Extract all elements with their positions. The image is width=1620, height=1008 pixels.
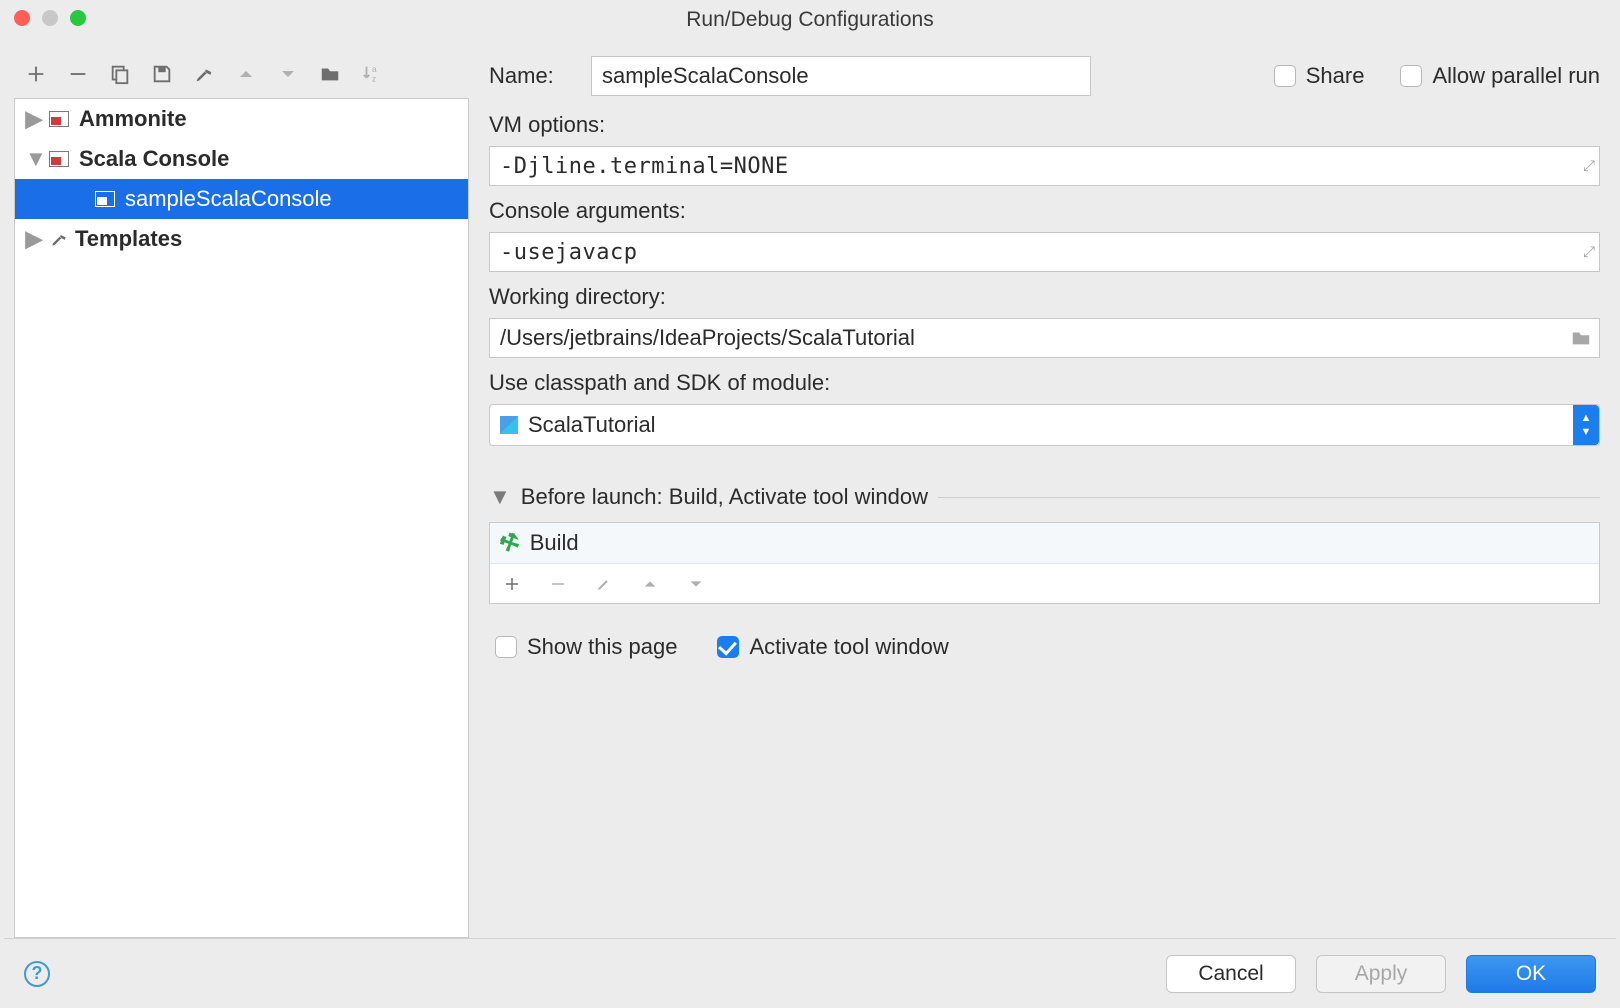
move-down-button[interactable] [276,62,300,86]
vm-options-label: VM options: [489,112,1600,138]
working-dir-input[interactable] [489,318,1600,358]
window-title: Run/Debug Configurations [686,8,934,32]
checkbox-icon [495,636,517,658]
console-args-label: Console arguments: [489,198,1600,224]
before-launch-list: ⚒ Build [489,522,1600,604]
copy-config-button[interactable] [108,62,132,86]
show-this-page-label: Show this page [527,634,677,660]
tree-label: Templates [75,226,182,252]
ok-label: OK [1516,962,1546,986]
run-debug-config-window: Run/Debug Configurations [0,0,1620,1008]
divider [938,497,1600,498]
module-value: ScalaTutorial [528,412,656,438]
checkbox-icon [1400,65,1422,87]
name-input[interactable] [591,56,1091,96]
sort-alpha-button[interactable]: az [360,62,384,86]
tree-node-scala-console[interactable]: ▼ Scala Console [15,139,468,179]
allow-parallel-label: Allow parallel run [1432,63,1600,89]
zoom-window-button[interactable] [70,10,86,26]
apply-button[interactable]: Apply [1316,955,1446,993]
expand-icon[interactable]: ▶ [25,106,43,132]
before-launch-section[interactable]: ▼ Before launch: Build, Activate tool wi… [489,484,1600,510]
ok-button[interactable]: OK [1466,955,1596,993]
move-up-button[interactable] [234,62,258,86]
tree-node-templates[interactable]: ▶ Templates [15,219,468,259]
dialog-footer: ? Cancel Apply OK [4,938,1616,1008]
titlebar: Run/Debug Configurations [0,0,1620,40]
left-panel: az ▶ Ammonite ▼ Scala Console [14,50,469,938]
checkbox-icon [1274,65,1296,87]
vm-options-input[interactable] [489,146,1600,186]
tree-label: sampleScalaConsole [125,186,332,212]
checkbox-checked-icon [717,636,739,658]
before-launch-item-build[interactable]: ⚒ Build [490,523,1599,563]
edit-task-button[interactable] [594,574,614,594]
activate-tool-window-checkbox[interactable]: Activate tool window [717,634,948,660]
collapse-icon[interactable]: ▼ [25,146,43,172]
working-dir-label: Working directory: [489,284,1600,310]
remove-task-button[interactable] [548,574,568,594]
before-launch-label: Before launch: Build, Activate tool wind… [521,484,928,510]
module-icon [500,416,518,434]
cancel-label: Cancel [1198,962,1263,986]
config-icon [95,191,115,207]
close-window-button[interactable] [14,10,30,26]
collapse-icon[interactable]: ▼ [489,484,511,510]
tree-node-sample-scala-console[interactable]: sampleScalaConsole [15,179,468,219]
config-type-icon [49,111,69,127]
config-form: Name: Share Allow parallel run [489,50,1606,938]
save-config-button[interactable] [150,62,174,86]
dialog-content: az ▶ Ammonite ▼ Scala Console [0,40,1620,1008]
share-checkbox[interactable]: Share [1274,63,1365,89]
minimize-window-button[interactable] [42,10,58,26]
console-args-input[interactable] [489,232,1600,272]
before-launch-item-label: Build [530,530,579,556]
before-launch-toolbar [490,563,1599,603]
config-tree[interactable]: ▶ Ammonite ▼ Scala Console sampleScalaCo… [14,98,469,938]
expand-field-icon[interactable]: ⤢ [1583,158,1592,175]
tree-label: Scala Console [79,146,229,172]
remove-config-button[interactable] [66,62,90,86]
folder-button[interactable] [318,62,342,86]
wrench-icon [49,229,69,249]
expand-field-icon[interactable]: ⤢ [1583,244,1592,261]
share-label: Share [1306,63,1365,89]
svg-text:a: a [372,65,377,74]
allow-parallel-checkbox[interactable]: Allow parallel run [1400,63,1600,89]
browse-folder-icon[interactable] [1570,327,1592,349]
cancel-button[interactable]: Cancel [1166,955,1296,993]
edit-defaults-button[interactable] [192,62,216,86]
config-toolbar: az [14,50,469,98]
add-config-button[interactable] [24,62,48,86]
activate-tool-window-label: Activate tool window [749,634,948,660]
name-label: Name: [489,63,573,89]
window-controls [14,10,86,26]
add-task-button[interactable] [502,574,522,594]
help-button[interactable]: ? [24,961,50,987]
expand-icon[interactable]: ▶ [25,226,43,252]
tree-label: Ammonite [79,106,187,132]
task-up-button[interactable] [640,574,660,594]
apply-label: Apply [1355,962,1408,986]
show-this-page-checkbox[interactable]: Show this page [495,634,677,660]
module-label: Use classpath and SDK of module: [489,370,1600,396]
tree-node-ammonite[interactable]: ▶ Ammonite [15,99,468,139]
hammer-icon: ⚒ [495,527,524,559]
dropdown-icon: ▲▼ [1573,405,1599,445]
config-type-icon [49,151,69,167]
module-select[interactable]: ScalaTutorial ▲▼ [489,404,1600,446]
task-down-button[interactable] [686,574,706,594]
svg-text:z: z [372,74,376,83]
